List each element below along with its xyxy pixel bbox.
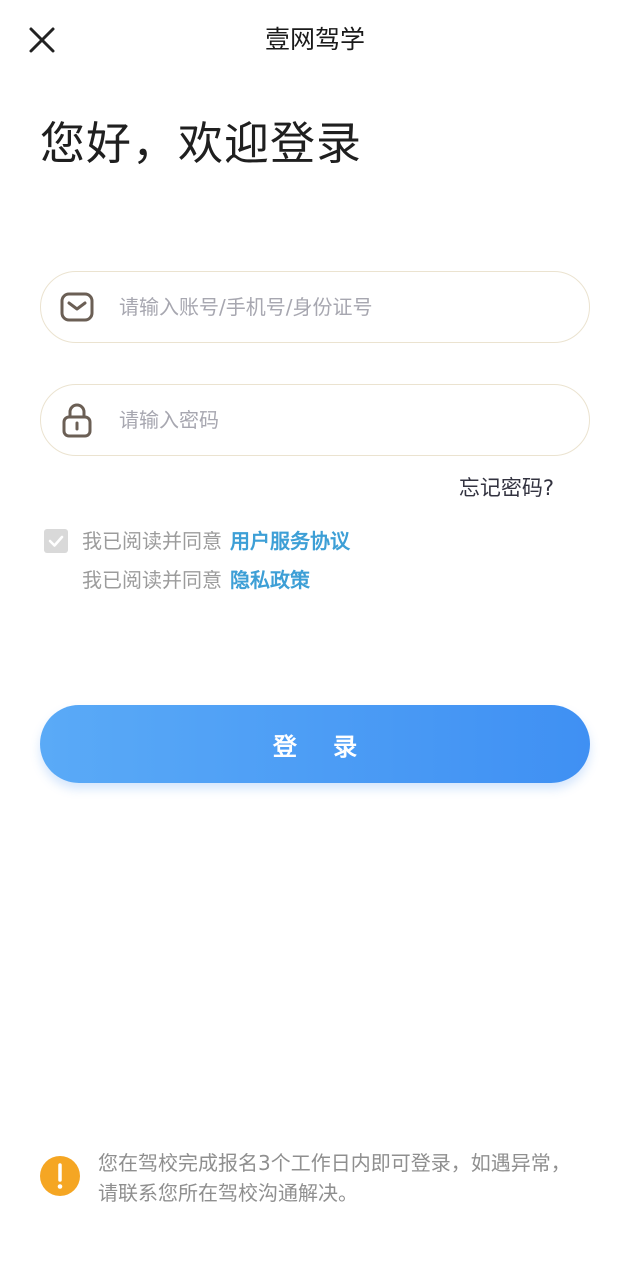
user-service-agreement-link[interactable]: 用户服务协议 (230, 524, 350, 558)
warning-icon (40, 1156, 80, 1196)
agreement-checkbox[interactable] (44, 529, 68, 553)
account-field[interactable] (40, 271, 590, 343)
agreement-row-privacy: 我已阅读并同意 隐私政策 (82, 563, 310, 597)
page-title: 壹网驾学 (264, 25, 365, 54)
forgot-password-link[interactable]: 忘记密码? (459, 472, 554, 504)
login-notice: 您在驾校完成报名3个工作日内即可登录，如遇异常，请联系您所在驾校沟通解决。 (40, 1148, 585, 1208)
check-icon (48, 535, 64, 547)
lock-icon (57, 400, 97, 440)
login-button[interactable]: 登 录 (40, 705, 590, 783)
privacy-policy-link[interactable]: 隐私政策 (230, 563, 310, 597)
account-input[interactable] (117, 271, 589, 343)
mail-icon (57, 287, 97, 327)
password-field[interactable] (40, 384, 590, 456)
agreement-prefix: 我已阅读并同意 (82, 529, 222, 553)
agreement-prefix: 我已阅读并同意 (82, 568, 222, 592)
agreement-row-terms: 我已阅读并同意 用户服务协议 (44, 524, 350, 558)
password-input[interactable] (117, 384, 589, 456)
notice-text: 您在驾校完成报名3个工作日内即可登录，如遇异常，请联系您所在驾校沟通解决。 (98, 1151, 571, 1205)
welcome-heading: 您好，欢迎登录 (40, 117, 363, 170)
